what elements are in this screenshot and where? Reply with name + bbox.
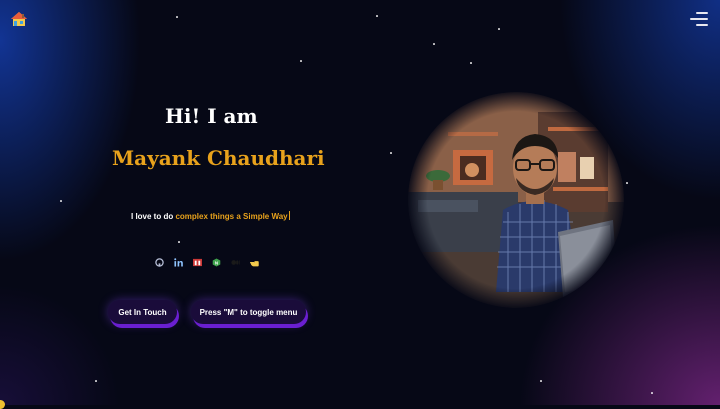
greeting-heading: Hi! I am [165,104,258,128]
medium-icon[interactable] [230,257,240,267]
name-heading: Mayank Chaudhari [112,146,325,170]
npm-icon[interactable] [192,257,202,267]
tagline-highlight: complex things a Simple Way [175,212,288,221]
typing-cursor [288,211,290,220]
profile-photo [408,92,624,308]
tagline: I love to do complex things a Simple Way [131,211,290,221]
github-icon[interactable] [154,257,164,267]
svg-text:N: N [214,260,217,265]
tagline-prefix: I love to do [131,212,176,221]
nodejs-icon[interactable]: N [211,257,221,267]
social-links: N [154,257,259,267]
get-in-touch-button[interactable]: Get In Touch [108,300,177,324]
hand-pointing-icon[interactable] [249,257,259,267]
hamburger-menu-icon[interactable] [690,12,708,26]
linkedin-icon[interactable] [173,257,183,267]
house-icon[interactable] [10,11,28,27]
toggle-menu-button[interactable]: Press "M" to toggle menu [191,300,306,324]
